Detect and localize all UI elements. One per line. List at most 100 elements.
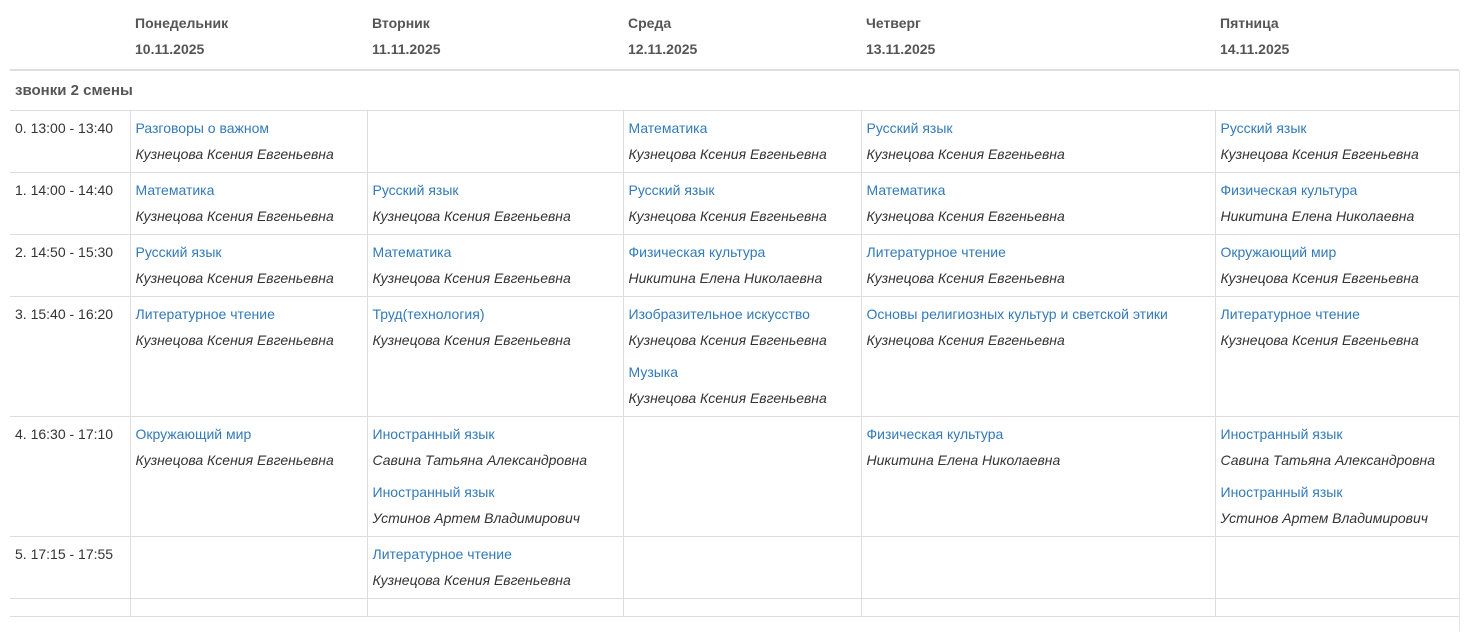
lesson-row: 5. 17:15 - 17:55 Литературное чтение Кузне…: [10, 536, 1459, 599]
subject-link[interactable]: Разговоры о важном: [136, 119, 362, 137]
lesson-cell-thursday: [860, 598, 1215, 617]
lesson-entry: Русский язык Кузнецова Ксения Евгеньевна: [629, 181, 856, 225]
subject-link[interactable]: Труд(технология): [373, 305, 618, 323]
subject-link[interactable]: Окружающий мир: [136, 425, 362, 443]
subject-link[interactable]: Литературное чтение: [136, 305, 362, 323]
subject-link[interactable]: Русский язык: [1221, 119, 1455, 137]
subject-link[interactable]: Физическая культура: [629, 243, 856, 261]
teacher-name: Кузнецова Ксения Евгеньевна: [1220, 332, 1419, 348]
shift-row: звонки 2 смены: [10, 70, 1459, 111]
teacher-name: Никитина Елена Николаевна: [1220, 208, 1415, 224]
subject-link[interactable]: Музыка: [629, 363, 856, 381]
lesson-entry: Разговоры о важном Кузнецова Ксения Евген…: [136, 119, 362, 163]
teacher-name: Кузнецова Ксения Евгеньевна: [866, 146, 1065, 162]
lesson-entry: Русский язык Кузнецова Ксения Евгеньевна: [373, 181, 618, 225]
teacher-name: Кузнецова Ксения Евгеньевна: [372, 208, 571, 224]
schedule-page: Понедельник 10.11.2025 Вторник 11.11.202…: [0, 0, 1466, 632]
subject-link[interactable]: Физическая культура: [867, 425, 1210, 443]
teacher-name: Никитина Елена Николаевна: [866, 452, 1061, 468]
lesson-cell-thursday: Литературное чтение Кузнецова Ксения Евге…: [860, 234, 1215, 297]
teacher-name: Кузнецова Ксения Евгеньевна: [1220, 270, 1419, 286]
lesson-time: [10, 598, 130, 617]
day-name: Среда: [628, 15, 672, 31]
lesson-entry: Иностранный язык Устинов Артем Владимиров…: [373, 483, 618, 527]
lesson-cell-wednesday: Русский язык Кузнецова Ксения Евгеньевна: [622, 172, 861, 235]
lesson-entry: Литературное чтение Кузнецова Ксения Евге…: [373, 545, 618, 589]
lesson-entry: Окружающий мир Кузнецова Ксения Евгеньевн…: [136, 425, 362, 469]
lesson-time: 0. 13:00 - 13:40: [10, 110, 130, 173]
lesson-cell-tuesday: Иностранный язык Савина Татьяна Александр…: [366, 416, 623, 537]
lesson-entry: Литературное чтение Кузнецова Ксения Евге…: [136, 305, 362, 349]
lesson-cell-tuesday: Русский язык Кузнецова Ксения Евгеньевна: [366, 172, 623, 235]
day-header-monday: Понедельник 10.11.2025: [130, 0, 367, 71]
lesson-entry: Литературное чтение Кузнецова Ксения Евге…: [867, 243, 1210, 287]
lesson-cell-friday: [1214, 598, 1459, 617]
subject-link[interactable]: Окружающий мир: [1221, 243, 1455, 261]
lesson-entry: Русский язык Кузнецова Ксения Евгеньевна: [1221, 119, 1455, 163]
subject-link[interactable]: Изобразительное искусство: [629, 305, 856, 323]
day-header-row: Понедельник 10.11.2025 Вторник 11.11.202…: [10, 0, 1459, 71]
subject-link[interactable]: Основы религиозных культур и светской эт…: [867, 305, 1210, 323]
subject-link[interactable]: Русский язык: [629, 181, 856, 199]
subject-link[interactable]: Иностранный язык: [1221, 425, 1455, 443]
teacher-name: Кузнецова Ксения Евгеньевна: [628, 146, 827, 162]
lesson-cell-friday: Русский язык Кузнецова Ксения Евгеньевна: [1214, 110, 1459, 173]
day-header-wednesday: Среда 12.11.2025: [623, 0, 861, 71]
lesson-entry: Математика Кузнецова Ксения Евгеньевна: [373, 243, 618, 287]
lesson-row: 4. 16:30 - 17:10 Окружающий мир Кузнецова …: [10, 416, 1459, 537]
lesson-cell-friday: [1214, 536, 1459, 599]
day-date: 11.11.2025: [372, 41, 441, 57]
lesson-cell-thursday: Математика Кузнецова Ксения Евгеньевна: [860, 172, 1215, 235]
teacher-name: Кузнецова Ксения Евгеньевна: [866, 270, 1065, 286]
lesson-cell-tuesday: [366, 110, 623, 173]
subject-link[interactable]: Русский язык: [373, 181, 618, 199]
day-name: Вторник: [372, 15, 430, 31]
lesson-cell-monday: Математика Кузнецова Ксения Евгеньевна: [129, 172, 367, 235]
lesson-cell-wednesday: Физическая культура Никитина Елена Никола…: [622, 234, 861, 297]
lesson-entry: Иностранный язык Устинов Артем Владимиров…: [1221, 483, 1455, 527]
lesson-entry: Иностранный язык Савина Татьяна Александр…: [1221, 425, 1455, 469]
right-divider: [1459, 70, 1460, 632]
day-date: 12.11.2025: [628, 41, 698, 57]
lesson-cell-thursday: [860, 536, 1215, 599]
lesson-entry: Физическая культура Никитина Елена Никола…: [867, 425, 1210, 469]
lesson-time: 3. 15:40 - 16:20: [10, 296, 130, 417]
lesson-row: 2. 14:50 - 15:30 Русский язык Кузнецова Кс…: [10, 234, 1459, 297]
teacher-name: Кузнецова Ксения Евгеньевна: [866, 332, 1065, 348]
teacher-name: Савина Татьяна Александровна: [1220, 452, 1436, 468]
subject-link[interactable]: Литературное чтение: [1221, 305, 1455, 323]
lesson-entry: Изобразительное искусство Кузнецова Ксени…: [629, 305, 856, 349]
lesson-cell-tuesday: Математика Кузнецова Ксения Евгеньевна: [366, 234, 623, 297]
teacher-name: Кузнецова Ксения Евгеньевна: [135, 146, 334, 162]
subject-link[interactable]: Математика: [867, 181, 1210, 199]
lesson-entry: Иностранный язык Савина Татьяна Александр…: [373, 425, 618, 469]
lesson-cell-wednesday: [622, 416, 861, 537]
lesson-cell-thursday: Основы религиозных культур и светской эт…: [860, 296, 1215, 417]
day-header-tuesday: Вторник 11.11.2025: [367, 0, 623, 71]
day-date: 14.11.2025: [1220, 41, 1290, 57]
subject-link[interactable]: Физическая культура: [1221, 181, 1455, 199]
lesson-row: 1. 14:00 - 14:40 Математика Кузнецова Ксен…: [10, 172, 1459, 235]
lesson-entry: Окружающий мир Кузнецова Ксения Евгеньевн…: [1221, 243, 1455, 287]
teacher-name: Кузнецова Ксения Евгеньевна: [866, 208, 1065, 224]
lesson-entry: Литературное чтение Кузнецова Ксения Евге…: [1221, 305, 1455, 349]
lesson-time: 5. 17:15 - 17:55: [10, 536, 130, 599]
subject-link[interactable]: Литературное чтение: [373, 545, 618, 563]
lesson-cell-monday: Русский язык Кузнецова Ксения Евгеньевна: [129, 234, 367, 297]
lesson-cell-wednesday: [622, 598, 861, 617]
lesson-cell-thursday: Русский язык Кузнецова Ксения Евгеньевна: [860, 110, 1215, 173]
time-header-cell: [10, 0, 130, 71]
subject-link[interactable]: Иностранный язык: [373, 425, 618, 443]
subject-link[interactable]: Иностранный язык: [373, 483, 618, 501]
subject-link[interactable]: Иностранный язык: [1221, 483, 1455, 501]
subject-link[interactable]: Математика: [373, 243, 618, 261]
lesson-entry: Русский язык Кузнецова Ксения Евгеньевна: [867, 119, 1210, 163]
subject-link[interactable]: Математика: [629, 119, 856, 137]
subject-link[interactable]: Русский язык: [136, 243, 362, 261]
lesson-entry: Математика Кузнецова Ксения Евгеньевна: [136, 181, 362, 225]
subject-link[interactable]: Литературное чтение: [867, 243, 1210, 261]
subject-link[interactable]: Русский язык: [867, 119, 1210, 137]
subject-link[interactable]: Математика: [136, 181, 362, 199]
teacher-name: Никитина Елена Николаевна: [628, 270, 823, 286]
lesson-cell-tuesday: [366, 598, 623, 617]
